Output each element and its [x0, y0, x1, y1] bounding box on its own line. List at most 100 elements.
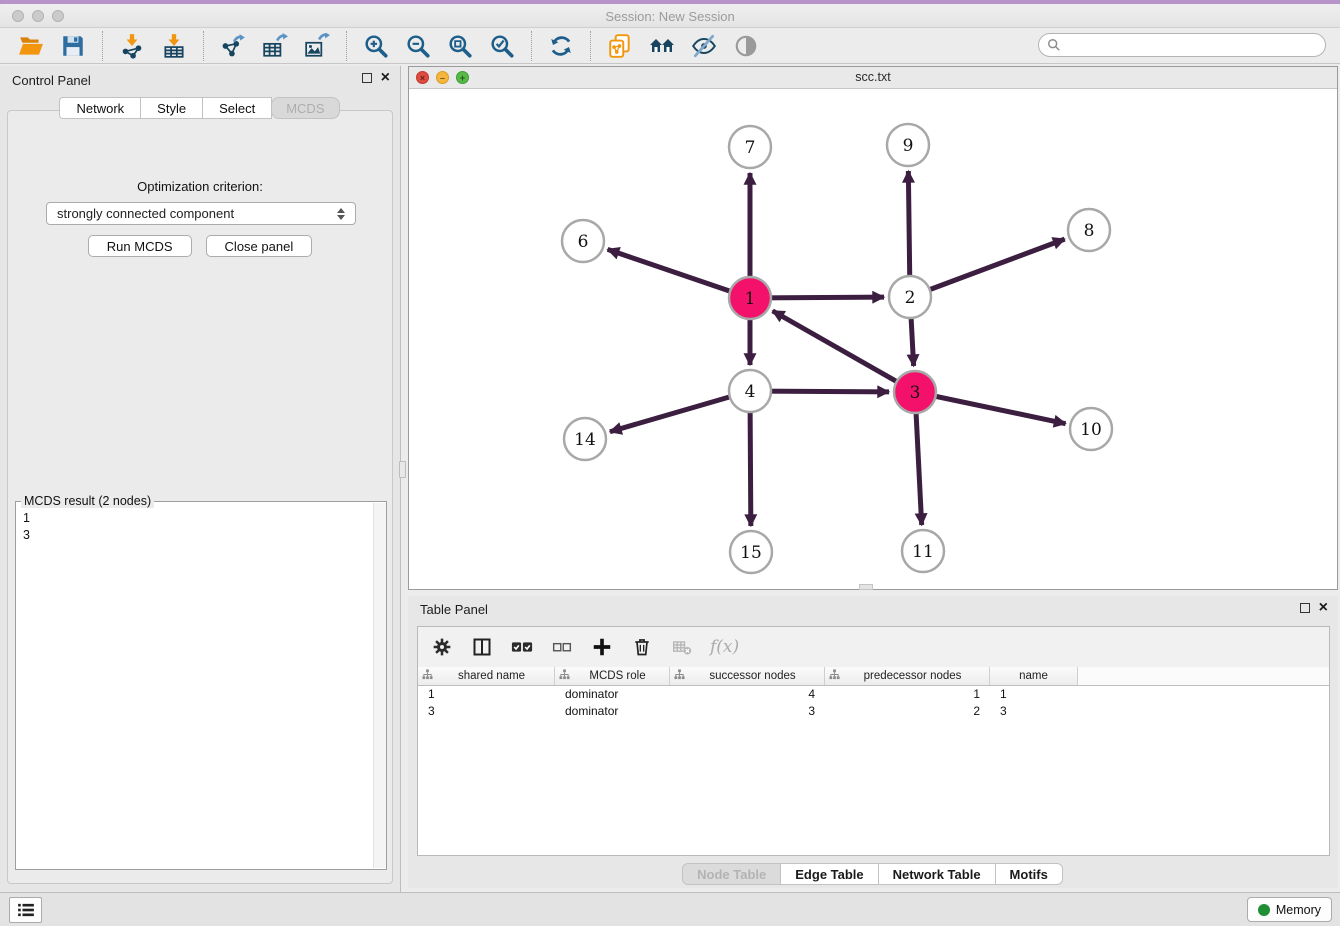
graph-node-label-6: 6 [578, 232, 589, 252]
tab-style[interactable]: Style [140, 97, 203, 119]
network-view-window: × – + scc.txt 7968124314101511 [408, 66, 1338, 590]
graph-node-label-8: 8 [1084, 221, 1095, 241]
graph-edge-3-1[interactable] [773, 311, 915, 392]
open-session-icon[interactable] [17, 32, 45, 60]
close-panel-button[interactable]: Close panel [206, 235, 313, 257]
zoom-in-icon[interactable] [362, 32, 390, 60]
graph-edge-2-8[interactable] [910, 239, 1065, 297]
tab-motifs[interactable]: Motifs [995, 863, 1063, 885]
network-graph[interactable]: 7968124314101511 [409, 89, 1337, 589]
tab-node-table[interactable]: Node Table [682, 863, 781, 885]
zoom-selected-icon[interactable] [488, 32, 516, 60]
run-mcds-button[interactable]: Run MCDS [88, 235, 192, 257]
column-header-label: successor nodes [709, 670, 795, 682]
mcds-result-line: 3 [23, 527, 30, 544]
tab-edge-table[interactable]: Edge Table [780, 863, 878, 885]
search-input[interactable] [1038, 33, 1326, 57]
column-header-name[interactable]: name [990, 667, 1078, 685]
table-toolbar: f(x) [418, 627, 1329, 667]
memory-label: Memory [1276, 903, 1321, 917]
graph-node-label-10: 10 [1080, 420, 1102, 440]
hide-selected-eye-icon[interactable] [690, 32, 718, 60]
memory-button[interactable]: Memory [1247, 897, 1332, 922]
column-header-label: MCDS role [589, 670, 645, 682]
deselect-all-columns-icon[interactable] [550, 635, 574, 659]
export-image-icon[interactable] [303, 32, 331, 60]
mcds-result-scrollbar[interactable] [373, 503, 386, 868]
optimization-criterion-label: Optimization criterion: [8, 179, 392, 194]
vertical-splitter-handle[interactable] [399, 461, 406, 478]
toggle-columns-icon[interactable] [470, 635, 494, 659]
control-panel-tabs: NetworkStyleSelectMCDS [0, 97, 400, 119]
float-table-panel-icon[interactable] [1300, 603, 1310, 613]
tab-network-table[interactable]: Network Table [878, 863, 996, 885]
function-builder-icon[interactable]: f(x) [710, 637, 739, 657]
float-panel-icon[interactable] [362, 73, 372, 83]
zoom-out-icon[interactable] [404, 32, 432, 60]
column-header-predecessor-nodes[interactable]: predecessor nodes [825, 667, 990, 685]
graph-node-label-3: 3 [910, 383, 921, 403]
column-header-label: shared name [458, 670, 525, 682]
import-network-icon[interactable] [118, 32, 146, 60]
column-tree-icon [829, 669, 840, 683]
column-header-label: predecessor nodes [864, 670, 962, 682]
mcds-result-lines: 13 [23, 510, 30, 544]
table-header-row: shared name MCDS role successor nodes prede… [418, 667, 1329, 686]
select-chevrons-icon [337, 208, 345, 220]
network-canvas[interactable]: 7968124314101511 [409, 89, 1337, 589]
column-header-shared-name[interactable]: shared name [418, 667, 555, 685]
network-window-titlebar: × – + scc.txt [409, 67, 1337, 89]
control-panel: Control Panel × NetworkStyleSelectMCDS O… [0, 66, 401, 892]
save-session-icon[interactable] [59, 32, 87, 60]
graph-node-label-7: 7 [745, 138, 756, 158]
refresh-icon[interactable] [547, 32, 575, 60]
show-all-eye-icon[interactable] [732, 32, 760, 60]
toolbar-separator [531, 31, 532, 61]
column-tree-icon [674, 669, 685, 683]
main-titlebar: Session: New Session [0, 4, 1340, 28]
tab-select[interactable]: Select [202, 97, 272, 119]
close-table-panel-icon[interactable]: × [1319, 603, 1328, 613]
table-cell: 3 [418, 703, 555, 720]
tab-network[interactable]: Network [59, 97, 141, 119]
mcds-panel: Optimization criterion: strongly connect… [7, 110, 393, 884]
graph-edge-1-6[interactable] [608, 249, 750, 298]
delete-column-icon[interactable] [630, 635, 654, 659]
add-column-icon[interactable] [590, 635, 614, 659]
export-network-icon[interactable] [219, 32, 247, 60]
table-panel-title: Table Panel [420, 602, 488, 617]
zoom-fit-icon[interactable] [446, 32, 474, 60]
table-cell: 3 [990, 703, 1078, 720]
clone-network-icon[interactable] [606, 32, 634, 60]
graph-node-label-11: 11 [912, 542, 934, 562]
column-header-MCDS-role[interactable]: MCDS role [555, 667, 670, 685]
column-header-label: name [1019, 670, 1048, 682]
graph-node-label-4: 4 [745, 382, 756, 402]
column-tree-icon [559, 669, 570, 683]
graph-node-label-1: 1 [745, 289, 756, 309]
optimization-criterion-value: strongly connected component [57, 206, 234, 221]
column-settings-gear-icon[interactable] [430, 635, 454, 659]
node-table-container: f(x) shared name MCDS role successor nodes… [417, 626, 1330, 856]
column-header-successor-nodes[interactable]: successor nodes [670, 667, 825, 685]
delete-table-icon[interactable] [670, 635, 694, 659]
network-overview-icon[interactable] [648, 32, 676, 60]
list-icon [17, 903, 35, 917]
toolbar-separator [203, 31, 204, 61]
optimization-criterion-select[interactable]: strongly connected component [46, 202, 356, 225]
import-table-icon[interactable] [160, 32, 188, 60]
task-history-button[interactable] [9, 897, 42, 923]
horizontal-splitter-handle[interactable] [859, 584, 873, 590]
mcds-result-box[interactable]: MCDS result (2 nodes) 13 [15, 501, 387, 870]
close-panel-icon[interactable]: × [381, 73, 390, 83]
table-row[interactable]: 3dominator323 [418, 703, 1329, 720]
mcds-result-title: MCDS result (2 nodes) [21, 494, 154, 508]
table-cell: 3 [670, 703, 825, 720]
graph-node-label-14: 14 [574, 430, 596, 450]
graph-node-label-2: 2 [905, 288, 916, 308]
export-table-icon[interactable] [261, 32, 289, 60]
select-all-columns-icon[interactable] [510, 635, 534, 659]
table-row[interactable]: 1dominator411 [418, 686, 1329, 703]
graph-edge-3-10[interactable] [915, 392, 1066, 424]
tab-mcds[interactable]: MCDS [271, 97, 339, 119]
